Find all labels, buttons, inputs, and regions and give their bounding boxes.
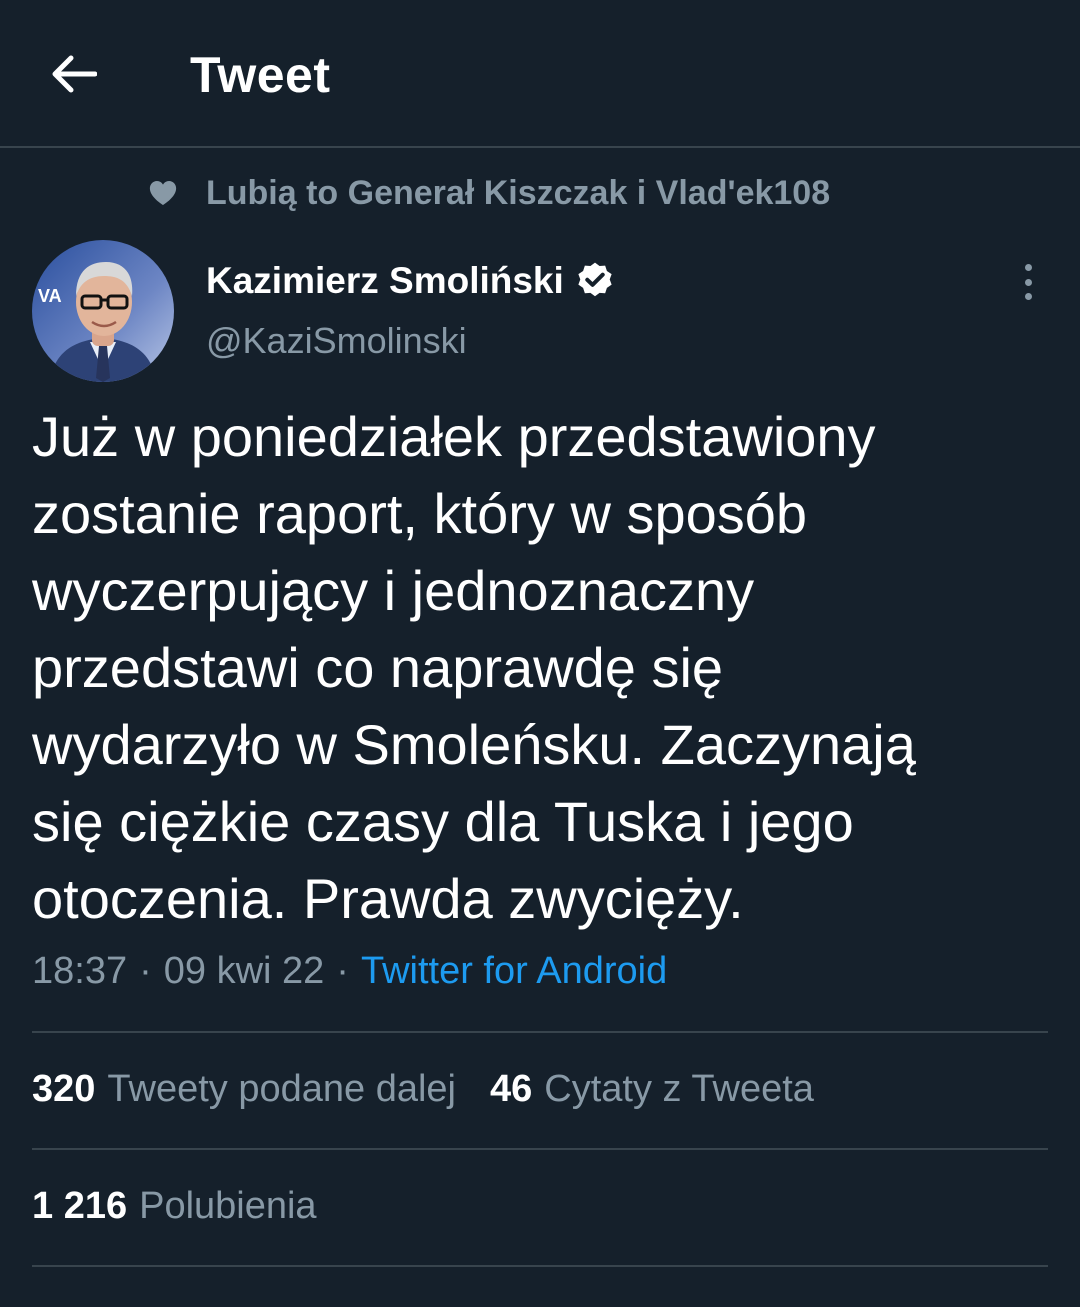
divider bbox=[32, 1265, 1048, 1267]
quotes-stat[interactable]: 46 Cytaty z Tweeta bbox=[490, 1068, 814, 1111]
author-handle[interactable]: @KaziSmolinski bbox=[206, 320, 467, 362]
verified-badge-icon bbox=[578, 262, 612, 297]
page-title: Tweet bbox=[190, 47, 331, 103]
likes-label: Polubienia bbox=[139, 1185, 317, 1227]
likes-count: 1 216 bbox=[32, 1185, 128, 1227]
arrow-left-icon bbox=[52, 55, 97, 93]
avatar-badge-text: VA bbox=[38, 286, 62, 306]
tweet-detail-screen: Tweet Lubią to Generał Kiszczak i Vlad'e… bbox=[0, 0, 1080, 1307]
tweet-source-link[interactable]: Twitter for Android bbox=[361, 950, 667, 993]
retweets-label: Tweety podane dalej bbox=[107, 1068, 456, 1110]
engagement-stats-row: 320 Tweety podane dalej 46 Cytaty z Twee… bbox=[32, 1068, 814, 1111]
quotes-count: 46 bbox=[490, 1068, 533, 1110]
avatar-photo: VA bbox=[32, 240, 174, 382]
tweet-text: Już w poniedziałek przedstawiony zostani… bbox=[32, 405, 916, 930]
top-app-bar: Tweet bbox=[0, 0, 1080, 148]
likes-stats-row: 1 216 Polubienia bbox=[32, 1185, 317, 1228]
social-context-text: Lubią to Generał Kiszczak i Vlad'ek108 bbox=[206, 173, 831, 212]
divider bbox=[32, 1148, 1048, 1150]
retweets-stat[interactable]: 320 Tweety podane dalej bbox=[32, 1068, 456, 1111]
tweet-date: 09 kwi 22 bbox=[163, 950, 325, 992]
likes-stat[interactable]: 1 216 Polubienia bbox=[32, 1185, 317, 1228]
more-options-button[interactable] bbox=[1008, 260, 1048, 304]
back-button[interactable] bbox=[44, 44, 104, 104]
author-name: Kazimierz Smoliński bbox=[206, 260, 564, 301]
more-dot bbox=[1024, 264, 1032, 271]
divider bbox=[32, 1031, 1048, 1033]
avatar[interactable]: VA bbox=[32, 240, 174, 382]
social-context[interactable]: Lubią to Generał Kiszczak i Vlad'ek108 bbox=[148, 170, 830, 216]
more-dot bbox=[1024, 293, 1032, 300]
heart-icon bbox=[149, 181, 177, 205]
retweets-count: 320 bbox=[32, 1068, 96, 1110]
meta-separator: · bbox=[139, 950, 152, 992]
more-dot bbox=[1024, 278, 1032, 286]
author-name-row[interactable]: Kazimierz Smoliński bbox=[206, 256, 616, 306]
quotes-label: Cytaty z Tweeta bbox=[544, 1068, 814, 1110]
tweet-meta: 18:37 · 09 kwi 22 · Twitter for Android bbox=[32, 950, 667, 993]
tweet-time: 18:37 bbox=[32, 950, 128, 992]
meta-separator: · bbox=[336, 950, 349, 992]
